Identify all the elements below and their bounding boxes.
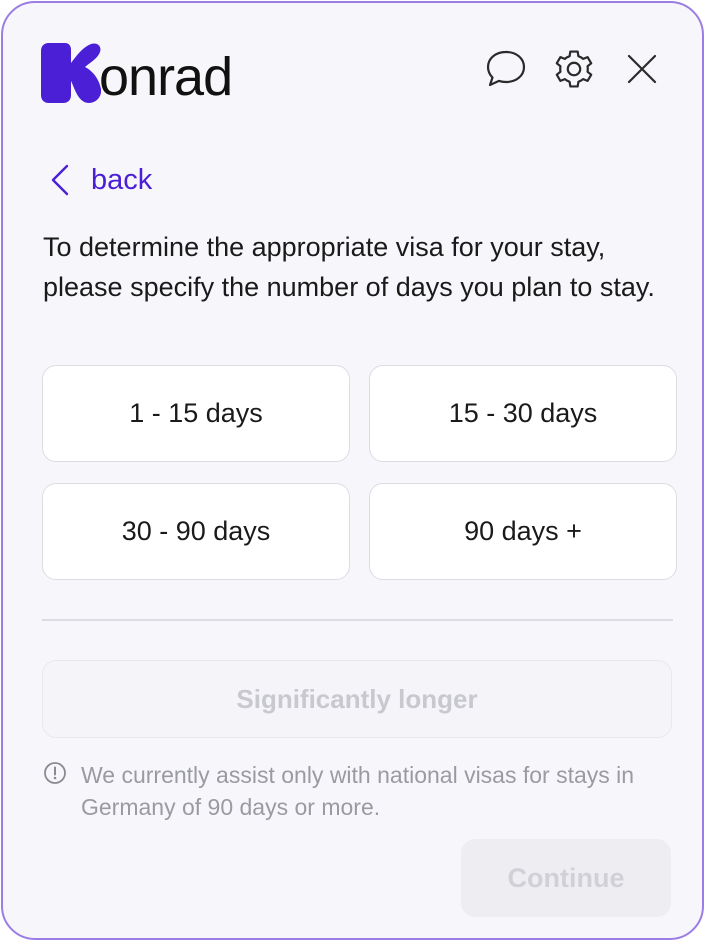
chat-bubble-icon[interactable] — [484, 47, 528, 91]
notice-text: We currently assist only with national v… — [81, 762, 635, 820]
info-circle-icon — [44, 762, 66, 784]
visa-assistant-panel: onrad back To determine the appropriate … — [1, 1, 704, 940]
significantly-longer-button[interactable]: Significantly longer — [42, 660, 672, 738]
continue-button[interactable]: Continue — [461, 839, 671, 917]
option-1-15-days[interactable]: 1 - 15 days — [42, 365, 350, 462]
gear-icon[interactable] — [552, 47, 596, 91]
option-15-30-days[interactable]: 15 - 30 days — [369, 365, 677, 462]
info-notice: We currently assist only with national v… — [43, 759, 663, 823]
option-30-90-days[interactable]: 30 - 90 days — [42, 483, 350, 580]
back-button[interactable]: back — [49, 163, 152, 197]
brand-logo: onrad — [41, 41, 233, 107]
divider — [42, 619, 673, 621]
chevron-left-icon — [51, 164, 69, 196]
konrad-k-logo-icon — [41, 43, 101, 103]
option-90-plus-days[interactable]: 90 days + — [369, 483, 677, 580]
question-text: To determine the appropriate visa for yo… — [43, 232, 655, 302]
brand-name: onrad — [99, 47, 233, 107]
back-label: back — [91, 163, 153, 196]
duration-options: 1 - 15 days 15 - 30 days 30 - 90 days 90… — [42, 365, 677, 580]
header-actions — [484, 47, 664, 91]
close-icon[interactable] — [620, 47, 664, 91]
